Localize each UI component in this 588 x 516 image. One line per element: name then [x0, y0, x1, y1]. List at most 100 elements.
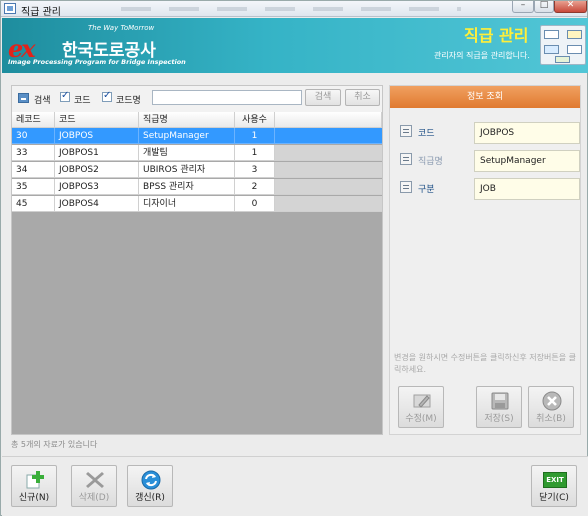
refresh-button-label: 갱신(R)	[135, 493, 165, 503]
search-input[interactable]	[152, 90, 302, 105]
close-button[interactable]: EXIT 닫기(C)	[531, 465, 577, 507]
tagline: The Way ToMorrow	[88, 24, 155, 32]
table-row[interactable]: 30 JOBPOS SetupManager 1	[12, 128, 382, 144]
org-chart-icon	[540, 25, 586, 65]
cell-count: 3	[235, 162, 275, 178]
search-cancel-button[interactable]: 취소	[345, 89, 380, 106]
name-field[interactable]: SetupManager	[474, 150, 580, 172]
edit-button[interactable]: 수정(M)	[398, 386, 444, 428]
table-row[interactable]: 45 JOBPOS4 디자이너 0	[12, 196, 382, 212]
close-window-button[interactable]: ✕	[554, 0, 587, 13]
column-header-usage[interactable]: 사용수	[235, 112, 275, 128]
delete-icon	[86, 472, 104, 488]
save-button-label: 저장(S)	[484, 414, 514, 424]
title-bar-blurred-area	[121, 7, 461, 11]
info-panel: 정보 조회 코드 JOBPOS 직급명 SetupManager 구분 JOB …	[389, 85, 581, 435]
code-field-row: 코드 JOBPOS	[398, 122, 580, 144]
cell-name: 디자이너	[139, 196, 235, 212]
info-panel-header: 정보 조회	[390, 86, 580, 108]
code-checkbox-label: 코드	[74, 96, 91, 106]
cell-record: 33	[12, 145, 55, 161]
action-bar: 신규(N) 삭제(D) 갱신(R) EXIT 닫기(C)	[2, 456, 588, 516]
row-filler	[275, 162, 382, 178]
cell-record: 34	[12, 162, 55, 178]
page-description: 관리자의 직급을 관리합니다.	[434, 51, 530, 60]
search-button[interactable]: 검색	[305, 89, 341, 106]
minimize-icon: –	[520, 0, 526, 10]
position-grid: 레코드 코드 직급명 사용수 30 JOBPOS SetupManager 1 33 JO…	[12, 112, 382, 434]
column-header-code[interactable]: 코드	[55, 112, 139, 128]
code-field[interactable]: JOBPOS	[474, 122, 580, 144]
cell-record: 45	[12, 196, 55, 212]
close-button-label: 닫기(C)	[539, 493, 569, 503]
main-window: 직급 관리 – □ ✕ The Way ToMorrow ex 한국도로공사 I…	[0, 0, 588, 516]
new-button[interactable]: 신규(N)	[11, 465, 57, 507]
table-row[interactable]: 35 JOBPOS3 BPSS 관리자 2	[12, 179, 382, 195]
title-bar: 직급 관리 – □ ✕	[1, 0, 587, 18]
minimize-button[interactable]: –	[512, 0, 534, 13]
table-row[interactable]: 34 JOBPOS2 UBIROS 관리자 3	[12, 162, 382, 178]
column-header-filler	[275, 112, 382, 128]
row-filler	[275, 128, 382, 144]
maximize-button[interactable]: □	[534, 0, 554, 13]
info-cancel-button[interactable]: 취소(B)	[528, 386, 574, 428]
search-label: 검색	[34, 96, 51, 106]
cell-code: JOBPOS	[55, 128, 139, 144]
close-icon: ✕	[566, 0, 575, 10]
save-button[interactable]: 저장(S)	[476, 386, 522, 428]
row-filler	[275, 196, 382, 212]
edit-icon	[413, 394, 431, 408]
cell-code: JOBPOS3	[55, 179, 139, 195]
cell-code: JOBPOS2	[55, 162, 139, 178]
maximize-icon: □	[539, 0, 549, 10]
column-header-record[interactable]: 레코드	[12, 112, 55, 128]
cell-code: JOBPOS1	[55, 145, 139, 161]
program-subtitle: Image Processing Program for Bridge Insp…	[8, 58, 186, 66]
app-icon	[4, 3, 16, 14]
search-toolbar: 검색 코드 코드명 검색 취소	[12, 86, 382, 110]
refresh-button[interactable]: 갱신(R)	[127, 465, 173, 507]
save-icon	[491, 392, 509, 410]
cell-count: 1	[235, 128, 275, 144]
cell-name: UBIROS 관리자	[139, 162, 235, 178]
name-field-row: 직급명 SetupManager	[398, 150, 580, 172]
cell-name: 개발팀	[139, 145, 235, 161]
code-field-icon	[400, 125, 412, 137]
type-field-label: 구분	[418, 185, 435, 195]
cell-count: 2	[235, 179, 275, 195]
refresh-icon	[141, 470, 161, 490]
codename-checkbox-label: 코드명	[116, 96, 141, 106]
cell-record: 35	[12, 179, 55, 195]
table-row[interactable]: 33 JOBPOS1 개발팀 1	[12, 145, 382, 161]
name-field-label: 직급명	[418, 157, 443, 167]
grid-header: 레코드 코드 직급명 사용수	[12, 112, 382, 128]
cell-count: 1	[235, 145, 275, 161]
search-icon	[18, 93, 29, 103]
cell-name: BPSS 관리자	[139, 179, 235, 195]
codename-checkbox[interactable]	[102, 90, 112, 102]
list-panel: 검색 코드 코드명 검색 취소 레코드 코드 직급명 사용수 30JOBPOSS…	[11, 85, 383, 435]
cell-name: SetupManager	[139, 128, 235, 144]
cancel-button-label: 취소(B)	[536, 414, 566, 424]
type-field-icon	[400, 181, 412, 193]
row-filler	[275, 145, 382, 161]
row-filler	[275, 179, 382, 195]
record-count: 총 5개의 자료가 있습니다	[11, 440, 98, 449]
header-banner: The Way ToMorrow ex 한국도로공사 Image Process…	[2, 18, 588, 73]
type-field[interactable]: JOB	[474, 178, 580, 200]
code-checkbox[interactable]	[60, 90, 70, 102]
delete-button-label: 삭제(D)	[78, 493, 110, 503]
exit-icon: EXIT	[543, 472, 567, 488]
name-field-icon	[400, 153, 412, 165]
cell-record: 30	[12, 128, 55, 144]
window-title: 직급 관리	[21, 7, 61, 18]
type-field-row: 구분 JOB	[398, 178, 580, 200]
cell-count: 0	[235, 196, 275, 212]
column-header-name[interactable]: 직급명	[139, 112, 235, 128]
edit-hint: 변경을 원하시면 수정버튼을 클릭하신후 저장버튼을 클릭하세요.	[394, 353, 576, 374]
page-title: 직급 관리	[464, 26, 529, 45]
code-field-label: 코드	[418, 129, 435, 139]
new-button-label: 신규(N)	[18, 493, 50, 503]
add-icon	[26, 471, 44, 489]
delete-button[interactable]: 삭제(D)	[71, 465, 117, 507]
